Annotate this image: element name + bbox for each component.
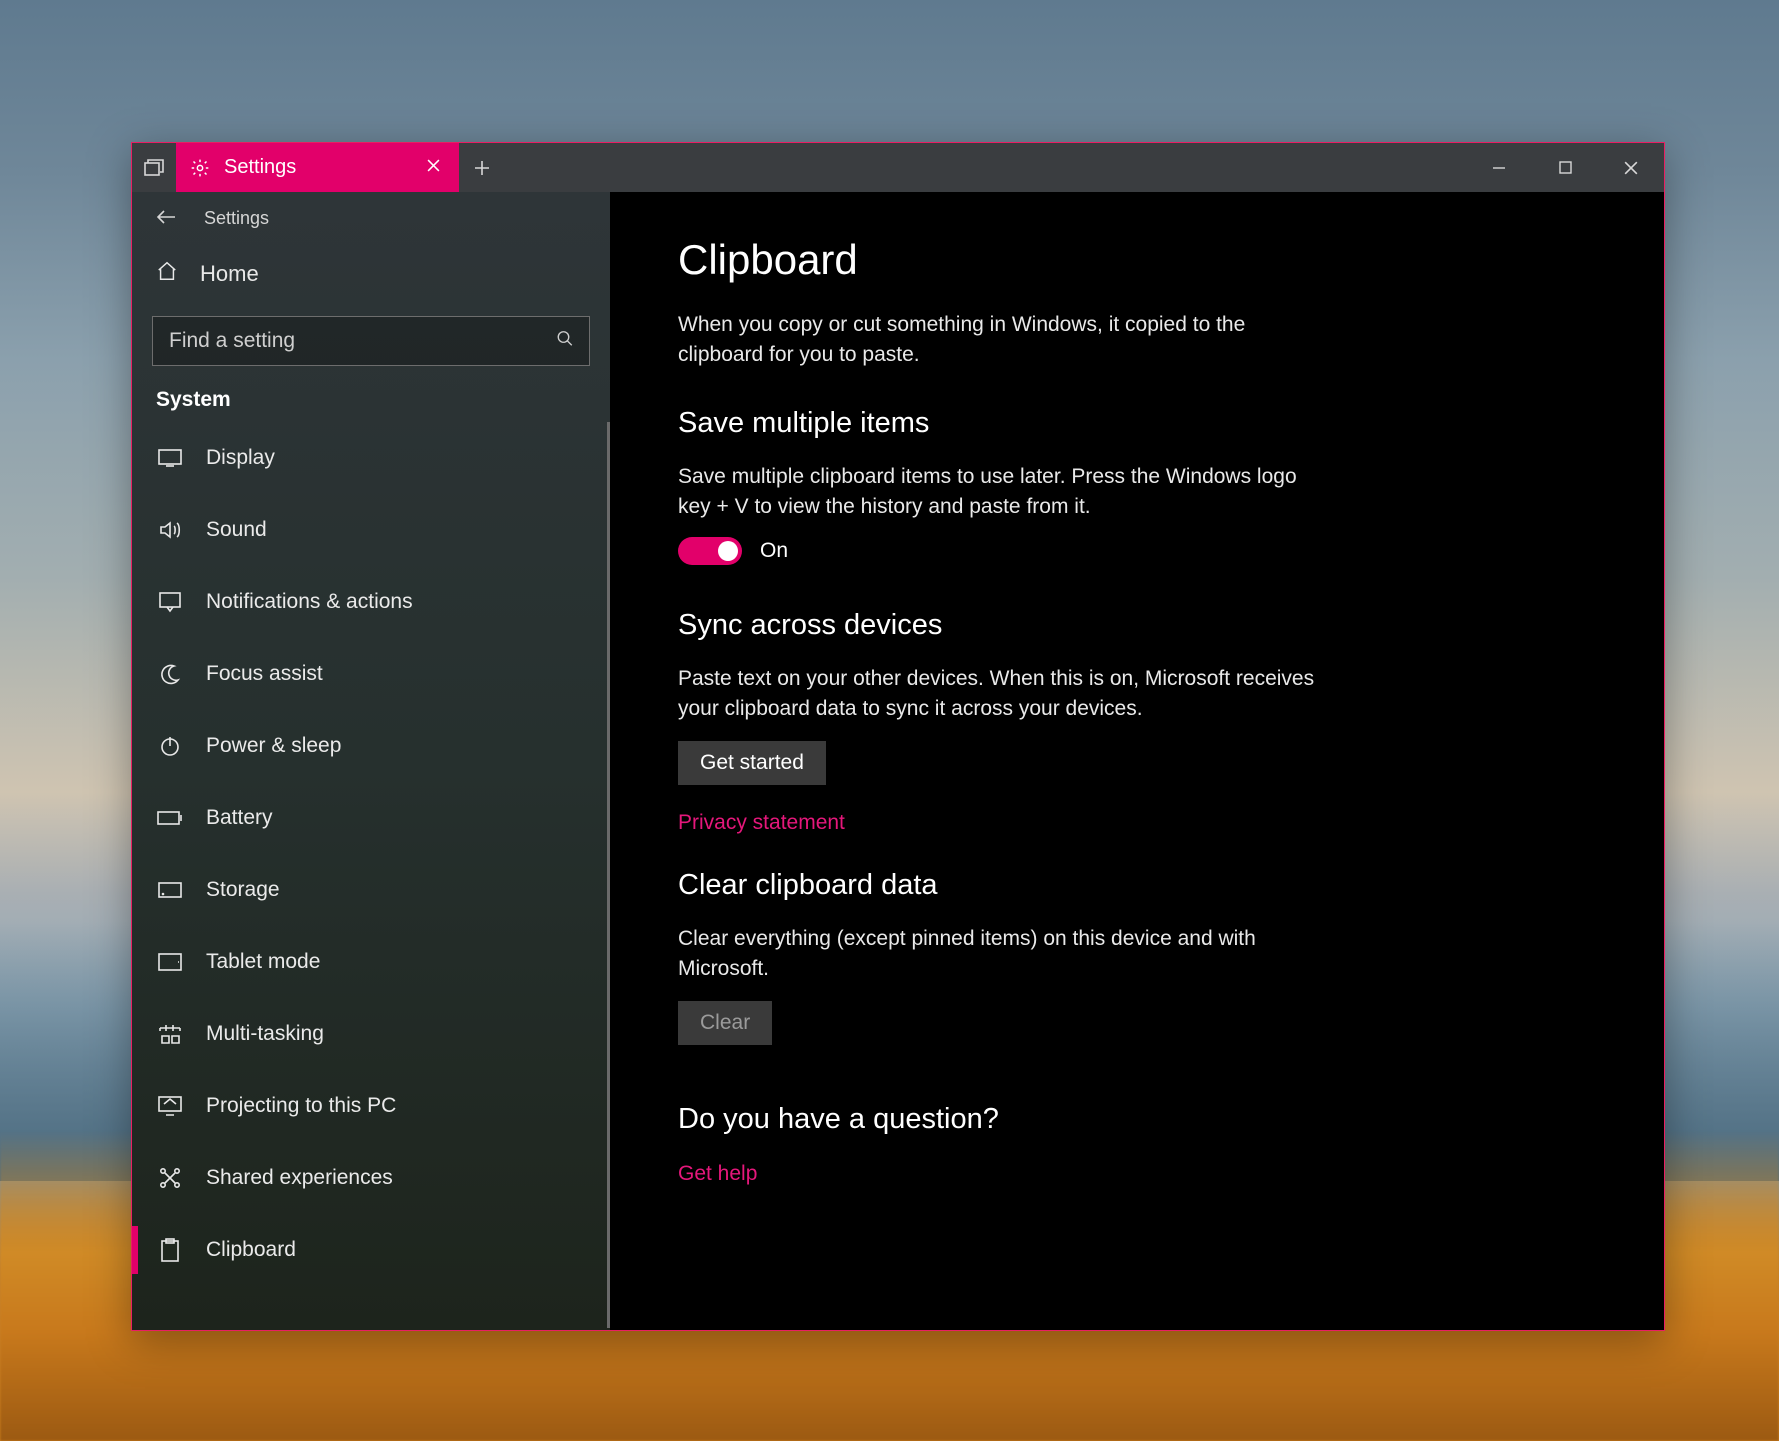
save-heading: Save multiple items bbox=[678, 407, 1664, 440]
sidebar-item-tablet[interactable]: Tablet mode bbox=[132, 926, 610, 998]
display-icon bbox=[156, 449, 184, 467]
save-multiple-toggle[interactable] bbox=[678, 537, 742, 565]
moon-icon bbox=[156, 664, 184, 684]
sidebar-item-label: Power & sleep bbox=[206, 734, 341, 758]
back-arrow-icon bbox=[156, 210, 176, 224]
titlebar: Settings bbox=[132, 143, 1664, 192]
clear-button[interactable]: Clear bbox=[678, 1001, 772, 1045]
sidebar-nav: Display Sound Notifications & actions Fo… bbox=[132, 422, 610, 1330]
toggle-state-label: On bbox=[760, 539, 788, 563]
sidebar-item-power[interactable]: Power & sleep bbox=[132, 710, 610, 782]
sidebar-item-multitask[interactable]: Multi-tasking bbox=[132, 998, 610, 1070]
minimize-button[interactable] bbox=[1466, 143, 1532, 192]
sound-icon bbox=[156, 520, 184, 540]
sidebar-item-sound[interactable]: Sound bbox=[132, 494, 610, 566]
back-button[interactable] bbox=[156, 208, 176, 229]
sidebar-home[interactable]: Home bbox=[132, 244, 610, 304]
sidebar-item-label: Display bbox=[206, 446, 275, 470]
sidebar-item-label: Focus assist bbox=[206, 662, 323, 686]
sidebar-item-projecting[interactable]: Projecting to this PC bbox=[132, 1070, 610, 1142]
shared-icon bbox=[156, 1167, 184, 1189]
settings-window: Settings Settings bbox=[131, 142, 1665, 1331]
sidebar-item-battery[interactable]: Battery bbox=[132, 782, 610, 854]
sidebar-home-label: Home bbox=[200, 261, 259, 287]
gear-icon bbox=[190, 158, 210, 178]
question-heading: Do you have a question? bbox=[678, 1103, 1664, 1136]
home-icon bbox=[156, 260, 178, 288]
breadcrumb-label: Settings bbox=[204, 208, 269, 229]
power-icon bbox=[156, 736, 184, 756]
minimize-icon bbox=[1492, 161, 1506, 175]
sidebar-item-label: Shared experiences bbox=[206, 1166, 393, 1190]
window-close-button[interactable] bbox=[1598, 143, 1664, 192]
sidebar-item-display[interactable]: Display bbox=[132, 422, 610, 494]
tab-close-button[interactable] bbox=[421, 159, 445, 177]
tablet-icon bbox=[156, 953, 184, 971]
sidebar-item-label: Storage bbox=[206, 878, 280, 902]
sidebar-item-label: Projecting to this PC bbox=[206, 1094, 396, 1118]
maximize-button[interactable] bbox=[1532, 143, 1598, 192]
sidebar-item-label: Sound bbox=[206, 518, 267, 542]
sidebar: Settings Home System Display bbox=[132, 192, 610, 1330]
clear-heading: Clear clipboard data bbox=[678, 869, 1664, 902]
privacy-statement-link[interactable]: Privacy statement bbox=[678, 811, 845, 835]
sidebar-item-label: Notifications & actions bbox=[206, 590, 413, 614]
page-intro: When you copy or cut something in Window… bbox=[678, 310, 1318, 371]
sync-heading: Sync across devices bbox=[678, 609, 1664, 642]
close-icon bbox=[1624, 161, 1638, 175]
sync-desc: Paste text on your other devices. When t… bbox=[678, 664, 1318, 725]
search-input[interactable] bbox=[152, 316, 590, 366]
sidebar-item-label: Tablet mode bbox=[206, 950, 320, 974]
sidebar-item-shared[interactable]: Shared experiences bbox=[132, 1142, 610, 1214]
main-content: Clipboard When you copy or cut something… bbox=[610, 192, 1664, 1330]
projecting-icon bbox=[156, 1096, 184, 1116]
multitask-icon bbox=[156, 1024, 184, 1044]
sidebar-scrollbar[interactable] bbox=[607, 422, 610, 1328]
search-container bbox=[152, 316, 590, 366]
tab-label: Settings bbox=[224, 156, 407, 179]
new-tab-button[interactable] bbox=[459, 143, 505, 192]
sidebar-item-label: Clipboard bbox=[206, 1238, 296, 1262]
search-icon bbox=[556, 330, 574, 353]
clear-desc: Clear everything (except pinned items) o… bbox=[678, 924, 1318, 985]
plus-icon bbox=[474, 160, 490, 176]
sidebar-item-notifications[interactable]: Notifications & actions bbox=[132, 566, 610, 638]
clipboard-icon bbox=[156, 1238, 184, 1262]
battery-icon bbox=[156, 811, 184, 825]
page-title: Clipboard bbox=[678, 236, 1664, 284]
maximize-icon bbox=[1559, 161, 1572, 174]
notifications-icon bbox=[156, 592, 184, 612]
task-view-button[interactable] bbox=[132, 143, 176, 192]
sidebar-item-focus-assist[interactable]: Focus assist bbox=[132, 638, 610, 710]
get-started-button[interactable]: Get started bbox=[678, 741, 826, 785]
sidebar-item-label: Battery bbox=[206, 806, 273, 830]
get-help-link[interactable]: Get help bbox=[678, 1162, 757, 1186]
sidebar-section-label: System bbox=[132, 380, 610, 422]
sidebar-item-storage[interactable]: Storage bbox=[132, 854, 610, 926]
sidebar-item-clipboard[interactable]: Clipboard bbox=[132, 1214, 610, 1286]
active-tab[interactable]: Settings bbox=[176, 143, 459, 192]
storage-icon bbox=[156, 882, 184, 898]
close-icon bbox=[427, 159, 440, 172]
breadcrumb: Settings bbox=[132, 192, 610, 244]
save-desc: Save multiple clipboard items to use lat… bbox=[678, 462, 1318, 523]
sidebar-item-label: Multi-tasking bbox=[206, 1022, 324, 1046]
task-view-icon bbox=[144, 159, 164, 177]
